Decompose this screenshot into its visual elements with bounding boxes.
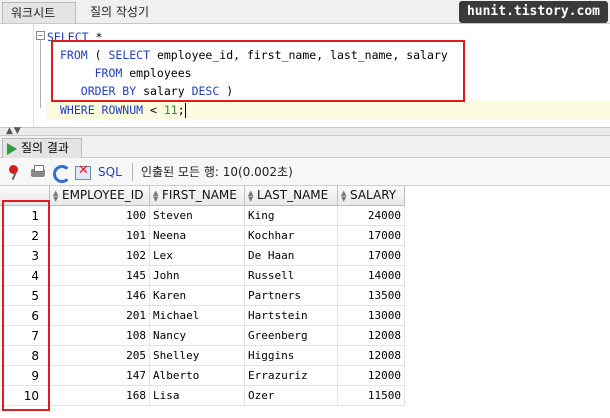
cell-salary[interactable]: 24000 <box>338 206 405 226</box>
cell-first-name[interactable]: Steven <box>150 206 245 226</box>
cell-last-name[interactable]: Ozer <box>245 386 338 406</box>
cell-first-name[interactable]: Lex <box>150 246 245 266</box>
refresh-icon[interactable] <box>52 164 71 183</box>
sql-number: 11 <box>163 103 178 117</box>
sql-text: ; <box>177 103 185 117</box>
sql-text: < <box>143 103 164 117</box>
fetch-status: 인출된 모든 행: 10(0.002초) <box>141 165 293 179</box>
run-result-icon <box>7 142 17 155</box>
splitter-arrows-icon[interactable]: ▲▼ <box>6 126 22 136</box>
sql-keyword: WHERE ROWNUM <box>60 103 144 117</box>
result-tab-bar: 질의 결과 <box>0 136 610 158</box>
cell-employee-id[interactable]: 146 <box>50 286 150 306</box>
result-grid: ▲ ▼ EMPLOYEE_ID ▲ ▼ FIRST_NAME ▲ ▼ LAST_NAME ▲… <box>0 186 610 418</box>
column-header-last-name[interactable]: ▲ ▼ LAST_NAME <box>245 186 338 206</box>
cell-last-name[interactable]: Higgins <box>245 346 338 366</box>
editor-gutter <box>0 24 34 127</box>
cell-salary[interactable]: 14000 <box>338 266 405 286</box>
sort-icon: ▲ ▼ <box>153 189 159 203</box>
cell-salary[interactable]: 12008 <box>338 346 405 366</box>
cell-last-name[interactable]: King <box>245 206 338 226</box>
column-header-first-name[interactable]: ▲ ▼ FIRST_NAME <box>150 186 245 206</box>
cell-first-name[interactable]: Shelley <box>150 346 245 366</box>
cell-first-name[interactable]: Neena <box>150 226 245 246</box>
cell-last-name[interactable]: Greenberg <box>245 326 338 346</box>
sort-icon: ▲ ▼ <box>341 189 347 203</box>
cell-salary[interactable]: 11500 <box>338 386 405 406</box>
cell-last-name[interactable]: Kochhar <box>245 226 338 246</box>
clear-grid-icon[interactable] <box>74 163 91 180</box>
editor-tab-bar: 워크시트 질의 작성기 hunit.tistory.com <box>0 0 610 24</box>
cell-first-name[interactable]: Lisa <box>150 386 245 406</box>
watermark: hunit.tistory.com <box>458 1 608 23</box>
cell-last-name[interactable]: De Haan <box>245 246 338 266</box>
cell-salary[interactable]: 13000 <box>338 306 405 326</box>
sql-button[interactable]: SQL <box>98 164 122 180</box>
cell-salary[interactable]: 12000 <box>338 366 405 386</box>
text-caret <box>185 103 186 118</box>
cell-first-name[interactable]: Alberto <box>150 366 245 386</box>
result-toolbar: SQL 인출된 모든 행: 10(0.002초) <box>0 158 610 186</box>
cell-employee-id[interactable]: 108 <box>50 326 150 346</box>
cell-last-name[interactable]: Partners <box>245 286 338 306</box>
cell-employee-id[interactable]: 205 <box>50 346 150 366</box>
cell-employee-id[interactable]: 101 <box>50 226 150 246</box>
cell-employee-id[interactable]: 145 <box>50 266 150 286</box>
sort-icon: ▲ ▼ <box>53 189 59 203</box>
cell-first-name[interactable]: Michael <box>150 306 245 326</box>
tab-worksheet[interactable]: 워크시트 <box>2 2 76 23</box>
tab-query-builder[interactable]: 질의 작성기 <box>82 2 157 23</box>
cell-employee-id[interactable]: 168 <box>50 386 150 406</box>
sort-icon: ▲ ▼ <box>248 189 254 203</box>
fold-toggle-icon[interactable]: − <box>36 31 45 40</box>
cell-first-name[interactable]: John <box>150 266 245 286</box>
cell-first-name[interactable]: Karen <box>150 286 245 306</box>
cell-employee-id[interactable]: 100 <box>50 206 150 226</box>
query-result-label: 질의 결과 <box>21 141 69 155</box>
subquery-highlight-box <box>51 40 465 102</box>
column-header-employee-id[interactable]: ▲ ▼ EMPLOYEE_ID <box>50 186 150 206</box>
cell-salary[interactable]: 17000 <box>338 226 405 246</box>
print-icon[interactable] <box>30 164 46 180</box>
cell-employee-id[interactable]: 201 <box>50 306 150 326</box>
cell-employee-id[interactable]: 102 <box>50 246 150 266</box>
rownum-highlight-box <box>2 200 50 411</box>
tab-query-result[interactable]: 질의 결과 <box>2 138 82 158</box>
cell-first-name[interactable]: Nancy <box>150 326 245 346</box>
code-line: WHERE ROWNUM < 11; <box>60 101 185 119</box>
cell-salary[interactable]: 13500 <box>338 286 405 306</box>
cell-last-name[interactable]: Russell <box>245 266 338 286</box>
cell-last-name[interactable]: Errazuriz <box>245 366 338 386</box>
column-header-salary[interactable]: ▲ ▼ SALARY <box>338 186 405 206</box>
cell-employee-id[interactable]: 147 <box>50 366 150 386</box>
toolbar-separator <box>132 163 133 181</box>
pane-splitter[interactable]: ▲▼ <box>0 126 610 136</box>
pin-icon[interactable] <box>6 164 22 180</box>
cell-last-name[interactable]: Hartstein <box>245 306 338 326</box>
cell-salary[interactable]: 17000 <box>338 246 405 266</box>
fold-line <box>40 40 41 108</box>
cell-salary[interactable]: 12008 <box>338 326 405 346</box>
